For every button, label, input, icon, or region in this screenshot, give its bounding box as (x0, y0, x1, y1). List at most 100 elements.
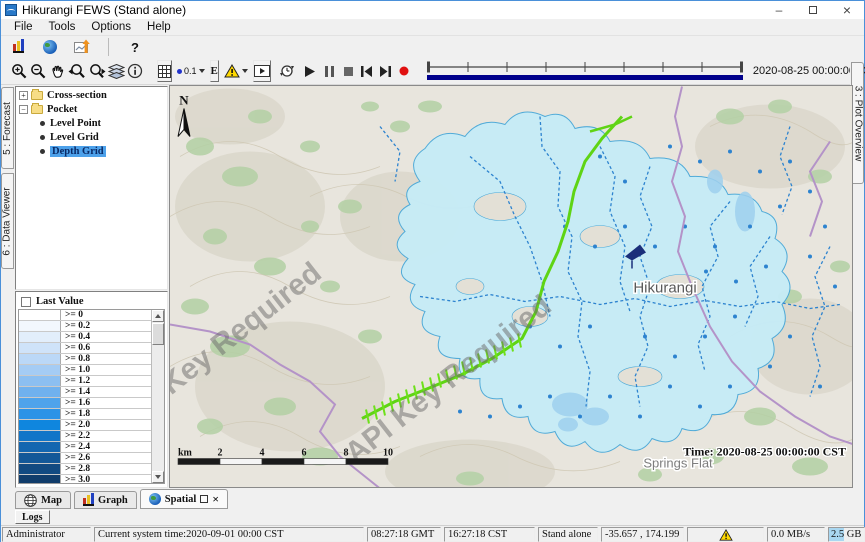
scale-unit: km (178, 448, 193, 459)
main-toolbar: ? (1, 36, 864, 58)
zoom-in-button[interactable] (11, 60, 28, 82)
map-time-label: Time: 2020-08-25 00:00:00 CST (683, 445, 846, 459)
step-back-icon (361, 66, 372, 77)
zoom-next-button[interactable] (88, 60, 106, 82)
legend-class-label: >= 1.6 (61, 398, 151, 408)
maximize-button[interactable] (796, 1, 830, 19)
menu-item[interactable]: Help (140, 20, 178, 34)
left-tab-strip: 5 : Forecast 6 : Data Viewer (1, 85, 15, 488)
tree-leaf-level-point[interactable]: Level Point (16, 117, 167, 129)
legend-row: >= 2.2 (19, 431, 151, 442)
tab-spatial[interactable]: Spatial × (140, 489, 228, 509)
menu-item[interactable]: Tools (42, 20, 83, 34)
map-viewport[interactable]: API Key Required API Key Required Hikura… (169, 85, 853, 488)
legend-scrollbar[interactable] (151, 310, 164, 483)
legend-color-swatch (19, 475, 61, 484)
legend-row: >= 1.6 (19, 398, 151, 409)
legend-class-label: >= 1.2 (61, 376, 151, 386)
legend-color-swatch (19, 365, 61, 375)
logs-button[interactable]: Logs (15, 510, 50, 524)
class-break-select[interactable]: 0.1 (174, 61, 208, 81)
close-button[interactable]: × (830, 1, 864, 19)
grid-display-button[interactable] (157, 60, 172, 82)
tree-leaf-depth-grid[interactable]: Depth Grid (16, 145, 167, 157)
sidebar-tab-data-viewer[interactable]: 6 : Data Viewer (1, 173, 14, 269)
time-slider[interactable] (425, 60, 745, 82)
movie-play-icon (254, 65, 270, 77)
help-button[interactable]: ? (124, 36, 146, 58)
last-value-option[interactable]: Last Value (18, 294, 165, 309)
status-alerts[interactable] (687, 527, 764, 542)
last-value-checkbox[interactable] (21, 297, 31, 307)
info-button[interactable] (127, 60, 143, 82)
tree-leaf-label: Level Point (50, 118, 101, 129)
scroll-up-button[interactable] (152, 310, 164, 322)
expand-icon[interactable]: + (19, 91, 28, 100)
stop-button[interactable] (344, 60, 353, 82)
legend-color-swatch (19, 310, 61, 320)
zoom-out-button[interactable] (30, 60, 47, 82)
tab-spatial-label: Spatial (165, 494, 197, 505)
legend-color-swatch (19, 420, 61, 430)
display-tab-bar: Map Graph Spatial × (1, 488, 864, 509)
label-toggle-button[interactable]: E (210, 60, 219, 82)
legend-color-swatch (19, 376, 61, 386)
step-back-button[interactable] (361, 60, 372, 82)
layers-button[interactable] (108, 60, 125, 82)
zoom-next-icon (88, 63, 106, 80)
sidebar-tab-forecast[interactable]: 5 : Forecast (1, 87, 14, 169)
legend-color-swatch (19, 409, 61, 419)
animation-settings-button[interactable] (279, 60, 295, 82)
tree-leaf-level-grid[interactable]: Level Grid (16, 131, 167, 143)
tree-node-cross-section[interactable]: + Cross-section (16, 89, 167, 101)
tree-node-pocket[interactable]: − Pocket (16, 103, 167, 115)
play-button[interactable] (305, 60, 315, 82)
record-button[interactable] (399, 60, 409, 82)
legend-row: >= 2.4 (19, 442, 151, 453)
zoom-previous-button[interactable] (68, 60, 86, 82)
chevron-down-icon (242, 69, 248, 73)
zoom-previous-icon (68, 63, 86, 80)
leaf-bullet-icon (40, 121, 45, 126)
triangle-down-icon (155, 475, 161, 479)
legend-row: >= 2.8 (19, 464, 151, 475)
status-system-time: Current system time:2020-09-01 00:00 CST (94, 527, 364, 542)
legend-row: >= 2.6 (19, 453, 151, 464)
legend-row: >= 1.8 (19, 409, 151, 420)
status-user: Administrator (2, 527, 91, 542)
legend-color-swatch (19, 343, 61, 353)
title-bar: Hikurangi FEWS (Stand alone) – × (1, 1, 864, 19)
close-tab-button[interactable]: × (212, 494, 219, 504)
thresholds-button[interactable] (221, 61, 251, 81)
collapse-icon[interactable]: − (19, 105, 28, 114)
grid-icon (158, 65, 171, 78)
tab-map[interactable]: Map (15, 491, 71, 509)
fews-window: { "window": { "title": "Hikurangi FEWS (… (0, 0, 865, 542)
tab-graph[interactable]: Graph (74, 491, 137, 509)
animation-player-button[interactable] (253, 60, 271, 82)
legend-class-label: >= 2.0 (61, 420, 151, 430)
menu-item[interactable]: File (7, 20, 40, 34)
value-dot-icon (177, 69, 182, 74)
tree-leaf-label-selected: Depth Grid (50, 146, 106, 157)
menu-item[interactable]: Options (84, 20, 138, 34)
scrollbar-thumb[interactable] (152, 323, 164, 345)
svg-text:2: 2 (218, 448, 223, 459)
import-data-button[interactable] (71, 36, 93, 58)
zoom-in-icon (11, 63, 28, 80)
minimize-button[interactable]: – (762, 1, 796, 19)
database-display-button[interactable] (7, 36, 29, 58)
memory-label: 2.5 GB (829, 529, 861, 540)
legend-class-label: >= 2.2 (61, 431, 151, 441)
leaf-bullet-icon (40, 135, 45, 140)
undock-tab-button[interactable] (200, 495, 208, 503)
stop-icon (344, 67, 353, 76)
north-label: N (179, 93, 189, 108)
folder-icon (31, 91, 43, 100)
step-forward-button[interactable] (380, 60, 391, 82)
pause-button[interactable] (325, 60, 334, 82)
map-display-button[interactable] (39, 36, 61, 58)
legend-class-label: >= 1.8 (61, 409, 151, 419)
pan-button[interactable] (49, 60, 66, 82)
scroll-down-button[interactable] (152, 471, 164, 483)
